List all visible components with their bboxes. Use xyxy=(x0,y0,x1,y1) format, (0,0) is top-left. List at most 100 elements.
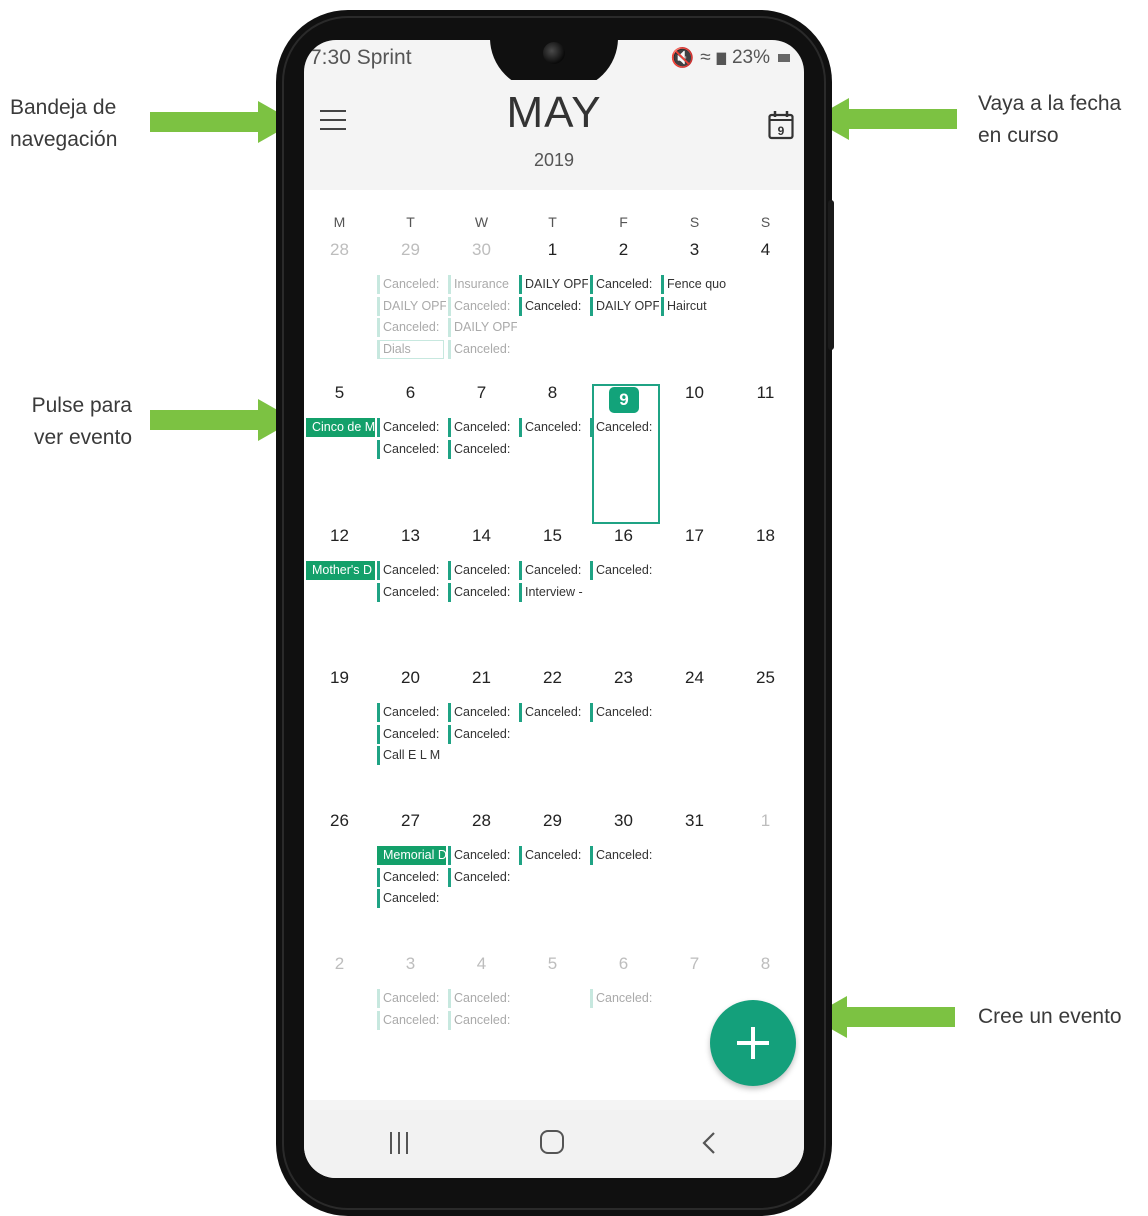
calendar-event[interactable]: Canceled: xyxy=(590,846,659,865)
calendar-event[interactable]: Canceled: xyxy=(377,582,446,602)
day-number[interactable]: 31 xyxy=(659,811,730,831)
day-number[interactable]: 27 xyxy=(375,811,446,831)
calendar-event[interactable]: DAILY OPF xyxy=(377,296,446,316)
calendar-event[interactable]: Interview - xyxy=(519,582,588,602)
calendar-event[interactable]: Canceled: xyxy=(519,296,588,316)
calendar-event[interactable]: Canceled: xyxy=(448,296,517,316)
day-number[interactable]: 16 xyxy=(588,526,659,546)
calendar-event[interactable]: Canceled: xyxy=(448,1010,517,1030)
home-icon[interactable] xyxy=(540,1130,564,1154)
calendar-event[interactable]: Canceled: xyxy=(448,339,517,359)
calendar-event[interactable]: Canceled: xyxy=(377,418,446,437)
add-event-button[interactable] xyxy=(710,1000,796,1086)
calendar-event[interactable]: Canceled: xyxy=(448,867,517,887)
calendar-event[interactable]: Haircut xyxy=(661,296,730,316)
day-number[interactable]: 18 xyxy=(730,526,801,546)
day-number[interactable]: 2 xyxy=(304,954,375,974)
day-number[interactable]: 10 xyxy=(659,383,730,403)
calendar-event[interactable]: Canceled: xyxy=(590,418,659,437)
day-number[interactable]: 5 xyxy=(517,954,588,974)
calendar-event[interactable]: Canceled: xyxy=(590,275,659,294)
calendar-event[interactable]: Canceled: xyxy=(519,561,588,580)
calendar-event[interactable]: Call E L M xyxy=(377,746,446,765)
calendar-event[interactable]: Canceled: xyxy=(448,418,517,437)
calendar-event[interactable]: Canceled: xyxy=(448,561,517,580)
day-number[interactable]: 6 xyxy=(375,383,446,403)
calendar-today-icon[interactable]: 9 xyxy=(768,110,794,140)
day-number[interactable]: 12 xyxy=(304,526,375,546)
calendar-event[interactable]: Canceled: xyxy=(377,275,446,294)
day-number[interactable]: 29 xyxy=(375,240,446,260)
day-number[interactable]: 1 xyxy=(517,240,588,260)
calendar-event[interactable]: Canceled: xyxy=(448,582,517,602)
calendar-event[interactable]: Canceled: xyxy=(377,561,446,580)
calendar-event[interactable]: Memorial D xyxy=(377,846,446,865)
back-icon[interactable] xyxy=(698,1130,722,1156)
day-number[interactable]: 4 xyxy=(446,954,517,974)
day-number[interactable]: 8 xyxy=(517,383,588,403)
day-number[interactable]: 24 xyxy=(659,668,730,688)
day-number[interactable]: 28 xyxy=(304,240,375,260)
day-number[interactable]: 11 xyxy=(730,383,801,403)
day-number[interactable]: 14 xyxy=(446,526,517,546)
day-number[interactable]: 19 xyxy=(304,668,375,688)
calendar-event[interactable]: Canceled: xyxy=(448,439,517,459)
calendar-event[interactable]: DAILY OPF xyxy=(448,318,517,337)
day-number[interactable]: 8 xyxy=(730,954,801,974)
day-number[interactable]: 21 xyxy=(446,668,517,688)
day-number[interactable]: 3 xyxy=(659,240,730,260)
battery-icon xyxy=(778,54,790,62)
calendar-event[interactable]: Cinco de M xyxy=(306,418,375,437)
day-number[interactable]: 22 xyxy=(517,668,588,688)
day-number[interactable]: 30 xyxy=(446,240,517,260)
calendar-event[interactable]: Canceled: xyxy=(377,724,446,744)
day-number[interactable]: 15 xyxy=(517,526,588,546)
calendar-event[interactable]: Canceled: xyxy=(377,867,446,887)
calendar-event[interactable]: Canceled: xyxy=(448,846,517,865)
day-number[interactable]: 26 xyxy=(304,811,375,831)
calendar-event[interactable]: Canceled: xyxy=(377,318,446,337)
phone-screen: 7:30 Sprint 🔇 ≈ ▇ 23% MAY 2019 9 9 M T W… xyxy=(304,40,804,1178)
day-number[interactable]: 6 xyxy=(588,954,659,974)
day-number[interactable]: 7 xyxy=(446,383,517,403)
calendar-event[interactable]: Canceled: xyxy=(377,703,446,722)
calendar-event[interactable]: Canceled: xyxy=(377,439,446,459)
calendar-event[interactable]: DAILY OPF xyxy=(590,296,659,316)
calendar-event[interactable]: Canceled: xyxy=(377,889,446,908)
day-number[interactable]: 13 xyxy=(375,526,446,546)
weekday-header: S xyxy=(760,214,771,230)
day-number[interactable]: 5 xyxy=(304,383,375,403)
calendar-event[interactable]: Dials xyxy=(377,339,444,359)
calendar-event[interactable]: Mother's D xyxy=(306,561,375,580)
day-number[interactable]: 28 xyxy=(446,811,517,831)
day-number[interactable]: 29 xyxy=(517,811,588,831)
recents-icon[interactable] xyxy=(388,1132,410,1154)
day-number[interactable]: 25 xyxy=(730,668,801,688)
callout-text-line: Bandeja de xyxy=(10,96,117,119)
today-badge[interactable]: 9 xyxy=(609,387,639,413)
calendar-event[interactable]: Canceled: xyxy=(519,418,588,437)
calendar-event[interactable]: Canceled: xyxy=(448,703,517,722)
day-number[interactable]: 1 xyxy=(730,811,801,831)
calendar-event[interactable]: Canceled: xyxy=(377,1010,446,1030)
day-number[interactable]: 17 xyxy=(659,526,730,546)
calendar-event[interactable]: Canceled: xyxy=(590,561,659,580)
day-number[interactable]: 4 xyxy=(730,240,801,260)
callout-go-today: Vaya a la fecha en curso xyxy=(978,88,1121,152)
calendar-event[interactable]: Insurance xyxy=(448,275,517,294)
calendar-event[interactable]: Canceled: xyxy=(448,724,517,744)
calendar-event[interactable]: Canceled: xyxy=(590,703,659,722)
day-number[interactable]: 2 xyxy=(588,240,659,260)
calendar-event[interactable]: Canceled: xyxy=(377,989,446,1008)
calendar-event[interactable]: Fence quo xyxy=(661,275,730,294)
day-number[interactable]: 23 xyxy=(588,668,659,688)
calendar-event[interactable]: Canceled: xyxy=(519,846,588,865)
calendar-event[interactable]: Canceled: xyxy=(448,989,517,1008)
calendar-event[interactable]: Canceled: xyxy=(590,989,659,1008)
day-number[interactable]: 3 xyxy=(375,954,446,974)
calendar-event[interactable]: DAILY OPF xyxy=(519,275,588,294)
day-number[interactable]: 20 xyxy=(375,668,446,688)
day-number[interactable]: 7 xyxy=(659,954,730,974)
day-number[interactable]: 30 xyxy=(588,811,659,831)
calendar-event[interactable]: Canceled: xyxy=(519,703,588,722)
